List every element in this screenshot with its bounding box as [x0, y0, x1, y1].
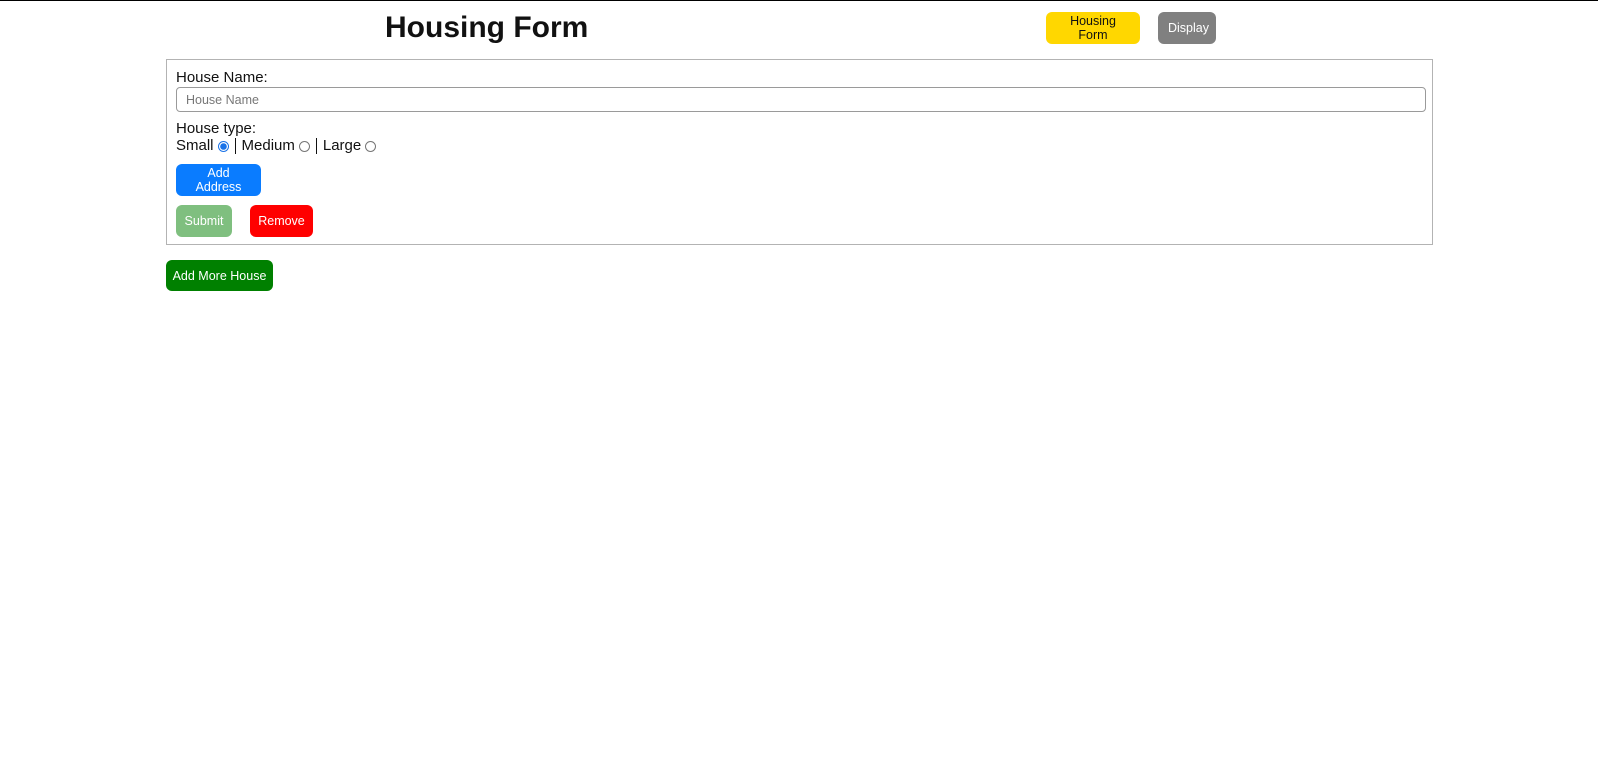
top-border	[0, 0, 1598, 1]
page-title: Housing Form	[385, 11, 589, 44]
house-type-medium-radio[interactable]	[298, 140, 310, 152]
separator	[315, 138, 317, 154]
nav-housing-form-button[interactable]: Housing Form	[1046, 12, 1140, 44]
remove-button[interactable]: Remove	[250, 205, 313, 237]
submit-button[interactable]: Submit	[176, 205, 232, 237]
house-type-small-radio[interactable]	[217, 140, 229, 152]
house-name-label: House Name:	[176, 69, 268, 86]
house-name-input[interactable]	[176, 87, 1426, 112]
house-type-label: House type:	[176, 120, 257, 137]
house-type-large-radio[interactable]	[365, 140, 377, 152]
house-type-radio-group: Small Medium Large	[176, 137, 377, 155]
add-more-house-button[interactable]: Add More House	[166, 260, 273, 291]
separator	[234, 138, 236, 154]
house-type-large-label: Large	[322, 137, 362, 154]
house-type-medium-label: Medium	[241, 137, 295, 154]
nav-display-button[interactable]: Display	[1158, 12, 1216, 44]
add-address-button[interactable]: Add Address	[176, 164, 261, 196]
house-type-small-label: Small	[176, 137, 214, 154]
house-form-card: House Name: House type: Small Medium Lar…	[166, 59, 1433, 245]
